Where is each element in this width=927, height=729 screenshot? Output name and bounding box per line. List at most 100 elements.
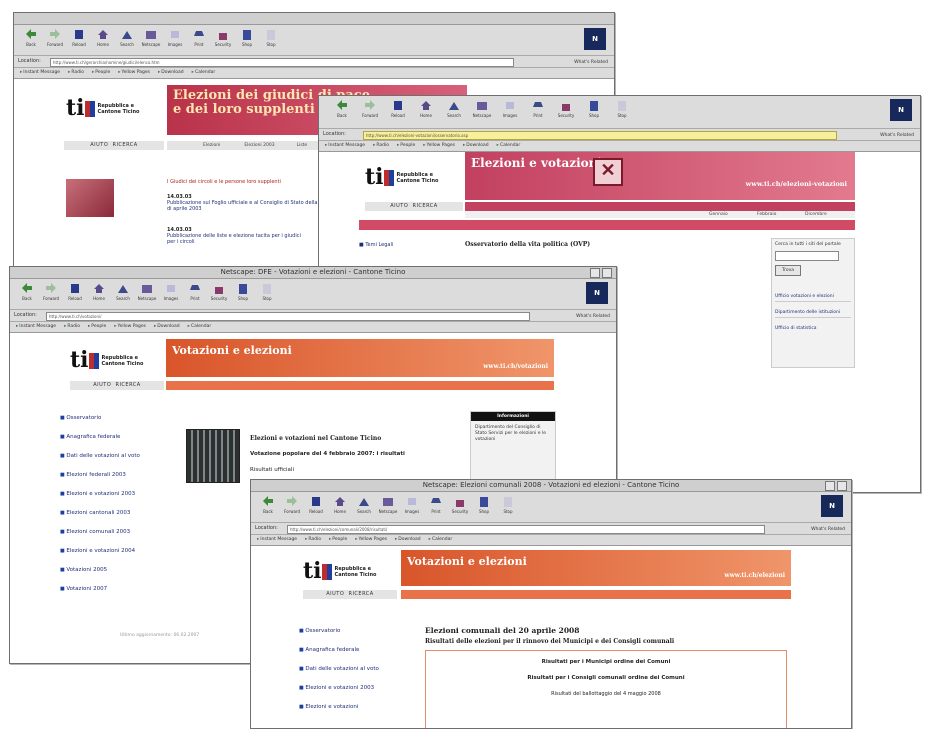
search-button[interactable]: Search bbox=[112, 282, 134, 301]
tab-dicembre[interactable]: Dicembre bbox=[805, 211, 827, 218]
location-input[interactable]: http://www.ti.ch/gerarchia/nomine/giudic… bbox=[50, 58, 514, 67]
menu-item-temi[interactable]: ■ Temi Legali bbox=[359, 242, 393, 248]
bookmark-radio[interactable]: Radio bbox=[64, 324, 80, 329]
images-button[interactable]: Images bbox=[401, 495, 423, 514]
bookmark-download[interactable]: Download bbox=[395, 537, 421, 542]
home-button[interactable]: Home bbox=[92, 28, 114, 47]
menu-item[interactable]: Elezioni e votazioni 2003 bbox=[299, 685, 399, 692]
location-input[interactable]: http://www.ti.ch/elezioni/comunali/2008/… bbox=[287, 525, 765, 534]
bookmark-yellow-pages[interactable]: Yellow Pages bbox=[423, 143, 455, 148]
aiuto-link[interactable]: AIUTO bbox=[390, 203, 408, 209]
bookmark-yellow-pages[interactable]: Yellow Pages bbox=[114, 324, 146, 329]
bookmark-yellow-pages[interactable]: Yellow Pages bbox=[355, 537, 387, 542]
whats-related-button[interactable]: What's Related bbox=[880, 130, 914, 141]
search-button[interactable]: Trova bbox=[775, 265, 801, 276]
images-button[interactable]: Images bbox=[499, 99, 521, 118]
bookmark-download[interactable]: Download bbox=[158, 70, 184, 75]
location-input[interactable]: http://www.ti.ch/elezioni-votazioni/osse… bbox=[363, 131, 837, 140]
shop-button[interactable]: Shop bbox=[232, 282, 254, 301]
bookmark-download[interactable]: Download bbox=[154, 324, 180, 329]
bookmark-instant-message[interactable]: Instant Message bbox=[257, 537, 297, 542]
bookmark-people[interactable]: People bbox=[397, 143, 415, 148]
ricerca-link[interactable]: RICERCA bbox=[412, 203, 437, 209]
tab-elezioni-2003[interactable]: Elezioni 2003 bbox=[244, 143, 274, 148]
bookmark-radio[interactable]: Radio bbox=[373, 143, 389, 148]
side-link[interactable]: Ufficio di statistica bbox=[775, 326, 851, 331]
menu-item[interactable]: Elezioni e votazioni 2003 bbox=[60, 491, 160, 498]
security-button[interactable]: Security bbox=[212, 28, 234, 47]
images-button[interactable]: Images bbox=[160, 282, 182, 301]
search-button[interactable]: Search bbox=[443, 99, 465, 118]
window-titlebar[interactable]: Netscape: DFE - Votazioni e elezioni - C… bbox=[10, 267, 616, 279]
bookmark-radio[interactable]: Radio bbox=[305, 537, 321, 542]
home-button[interactable]: Home bbox=[329, 495, 351, 514]
menu-item[interactable]: Elezioni comunali 2003 bbox=[60, 529, 160, 536]
tab-gennaio[interactable]: Gennaio bbox=[709, 211, 728, 218]
print-button[interactable]: Print bbox=[188, 28, 210, 47]
window-titlebar[interactable] bbox=[14, 13, 614, 25]
forward-button[interactable]: Forward bbox=[281, 495, 303, 514]
bookmark-people[interactable]: People bbox=[92, 70, 110, 75]
menu-item[interactable]: Elezioni federali 2003 bbox=[60, 472, 160, 479]
result-link[interactable]: Risultati per i Municipi ordine dei Comu… bbox=[426, 659, 786, 665]
bookmark-instant-message[interactable]: Instant Message bbox=[16, 324, 56, 329]
menu-item[interactable]: Votazioni 2007 bbox=[60, 586, 160, 593]
bookmark-radio[interactable]: Radio bbox=[68, 70, 84, 75]
tab-febbraio[interactable]: Febbraio bbox=[757, 211, 776, 218]
tab-liste[interactable]: Liste bbox=[297, 143, 308, 148]
bookmark-instant-message[interactable]: Instant Message bbox=[325, 143, 365, 148]
bookmark-download[interactable]: Download bbox=[463, 143, 489, 148]
reload-button[interactable]: Reload bbox=[305, 495, 327, 514]
stop-button[interactable]: Stop bbox=[497, 495, 519, 514]
whats-related-button[interactable]: What's Related bbox=[574, 57, 608, 68]
netscape-button[interactable]: Netscape bbox=[471, 99, 493, 118]
menu-item[interactable]: Osservatorio bbox=[60, 415, 160, 422]
menu-item[interactable]: Osservatorio bbox=[299, 628, 399, 635]
result-link[interactable]: Risultati del ballottaggio del 4 maggio … bbox=[426, 691, 786, 697]
stop-button[interactable]: Stop bbox=[260, 28, 282, 47]
menu-item[interactable]: Dati delle votazioni al voto bbox=[60, 453, 160, 460]
bookmark-instant-message[interactable]: Instant Message bbox=[20, 70, 60, 75]
forward-button[interactable]: Forward bbox=[44, 28, 66, 47]
back-button[interactable]: Back bbox=[331, 99, 353, 118]
back-button[interactable]: Back bbox=[257, 495, 279, 514]
menu-item[interactable]: Dati delle votazioni al voto bbox=[299, 666, 399, 673]
security-button[interactable]: Security bbox=[555, 99, 577, 118]
window-titlebar[interactable]: Netscape: Elezioni comunali 2008 - Votaz… bbox=[251, 480, 851, 492]
netscape-button[interactable]: Netscape bbox=[377, 495, 399, 514]
ricerca-link[interactable]: RICERCA bbox=[115, 382, 140, 388]
page-subheading-2[interactable]: Risultati ufficiali bbox=[250, 467, 294, 473]
netscape-button[interactable]: Netscape bbox=[140, 28, 162, 47]
stop-button[interactable]: Stop bbox=[611, 99, 633, 118]
print-button[interactable]: Print bbox=[425, 495, 447, 514]
images-button[interactable]: Images bbox=[164, 28, 186, 47]
reload-button[interactable]: Reload bbox=[64, 282, 86, 301]
security-button[interactable]: Security bbox=[449, 495, 471, 514]
bookmark-yellow-pages[interactable]: Yellow Pages bbox=[118, 70, 150, 75]
bookmark-people[interactable]: People bbox=[329, 537, 347, 542]
ricerca-link[interactable]: RICERCA bbox=[348, 591, 373, 597]
whats-related-button[interactable]: What's Related bbox=[811, 524, 845, 535]
side-link[interactable]: Dipartimento delle istituzioni bbox=[775, 310, 851, 318]
aiuto-link[interactable]: AIUTO bbox=[90, 142, 108, 148]
page-subheading[interactable]: Votazione popolare del 4 febbraio 2007: … bbox=[250, 451, 405, 457]
netscape-button[interactable]: Netscape bbox=[136, 282, 158, 301]
tab-elezioni[interactable]: Elezioni bbox=[203, 143, 220, 148]
result-link[interactable]: Risultati per i Consigli comunali ordine… bbox=[426, 675, 786, 681]
shop-button[interactable]: Shop bbox=[236, 28, 258, 47]
print-button[interactable]: Print bbox=[527, 99, 549, 118]
bookmark-calendar[interactable]: Calendar bbox=[497, 143, 521, 148]
menu-item[interactable]: Elezioni e votazioni 2004 bbox=[60, 548, 160, 555]
bookmark-calendar[interactable]: Calendar bbox=[188, 324, 212, 329]
home-button[interactable]: Home bbox=[415, 99, 437, 118]
aiuto-link[interactable]: AIUTO bbox=[326, 591, 344, 597]
forward-button[interactable]: Forward bbox=[40, 282, 62, 301]
home-button[interactable]: Home bbox=[88, 282, 110, 301]
location-input[interactable]: http://www.ti.ch/votazioni/ bbox=[46, 312, 530, 321]
bookmark-people[interactable]: People bbox=[88, 324, 106, 329]
reload-button[interactable]: Reload bbox=[68, 28, 90, 47]
forward-button[interactable]: Forward bbox=[359, 99, 381, 118]
whats-related-button[interactable]: What's Related bbox=[576, 311, 610, 322]
aiuto-link[interactable]: AIUTO bbox=[93, 382, 111, 388]
search-button[interactable]: Search bbox=[116, 28, 138, 47]
